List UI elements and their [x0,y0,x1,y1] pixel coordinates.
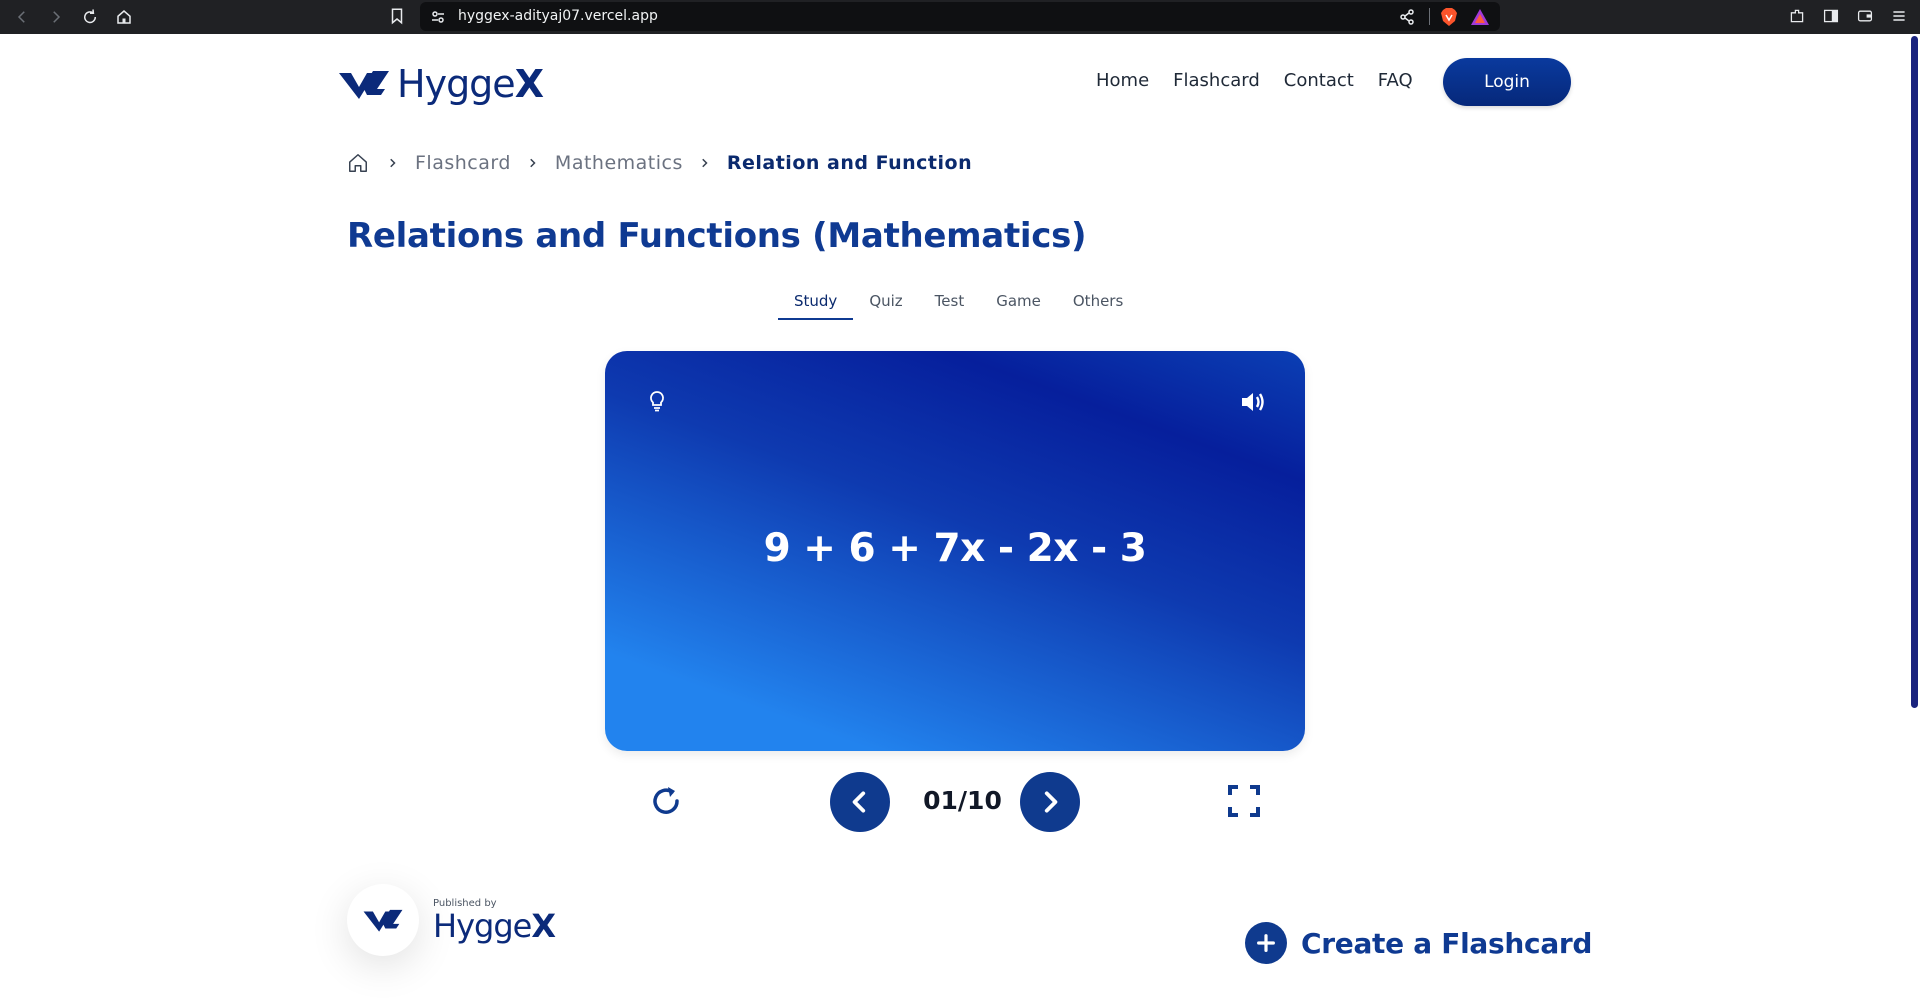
site-header: HyggeX Home Flashcard Contact FAQ Login [0,34,1900,134]
flashcard-question: 9 + 6 + 7x - 2x - 3 [763,526,1147,571]
extensions-icon[interactable] [1786,5,1808,27]
brave-shields-icon[interactable] [1440,7,1458,27]
chevron-left-icon [852,791,866,813]
breadcrumb-home-icon[interactable] [347,151,371,175]
breadcrumb-mathematics[interactable]: Mathematics [555,152,683,174]
plus-icon [1245,922,1287,964]
wallet-icon[interactable] [1854,5,1876,27]
chevron-right-icon [525,155,541,171]
nav-home[interactable]: Home [1096,70,1149,91]
create-flashcard-button[interactable]: Create a Flashcard [1245,922,1592,964]
refresh-icon[interactable] [648,783,684,819]
breadcrumb-flashcard[interactable]: Flashcard [415,152,511,174]
login-button[interactable]: Login [1443,58,1571,106]
publisher-brand: HyggeX [433,906,556,945]
card-counter: 01/10 [923,786,1002,815]
publisher-block: Published by HyggeX [347,884,556,956]
tab-game[interactable]: Game [980,284,1057,320]
chevron-right-icon [697,155,713,171]
tab-quiz[interactable]: Quiz [853,284,918,320]
page-title: Relations and Functions (Mathematics) [347,216,1087,256]
nav-faq[interactable]: FAQ [1378,70,1413,91]
nav-flashcard[interactable]: Flashcard [1173,70,1260,91]
address-bar[interactable]: hyggex-adityaj07.vercel.app [420,2,1500,31]
back-icon[interactable] [8,3,36,31]
scrollbar-thumb[interactable] [1911,36,1918,708]
lightbulb-icon[interactable] [645,389,669,413]
page-content: HyggeX Home Flashcard Contact FAQ Login … [0,34,1920,1005]
browser-toolbar: hyggex-adityaj07.vercel.app [0,0,1920,34]
flashcard-controls: 01/10 [605,770,1305,834]
url-text[interactable]: hyggex-adityaj07.vercel.app [458,8,658,24]
mode-tabs: Study Quiz Test Game Others [778,284,1139,320]
nav-contact[interactable]: Contact [1284,70,1354,91]
breadcrumb: Flashcard Mathematics Relation and Funct… [347,146,972,180]
chevron-right-icon [1044,791,1058,813]
bookmark-icon[interactable] [386,5,408,27]
fullscreen-icon[interactable] [1227,784,1261,818]
sidebar-icon[interactable] [1820,5,1842,27]
tab-study[interactable]: Study [778,284,854,320]
tab-others[interactable]: Others [1057,284,1139,320]
home-icon[interactable] [110,3,138,31]
menu-icon[interactable] [1888,5,1910,27]
hyggex-logo-mark [363,909,403,932]
tab-test[interactable]: Test [919,284,981,320]
flashcard[interactable]: 9 + 6 + 7x - 2x - 3 [605,351,1305,751]
chevron-right-icon [385,155,401,171]
page-scrollbar[interactable] [1908,34,1920,1005]
breadcrumb-current: Relation and Function [726,152,973,174]
previous-card-button[interactable] [830,772,890,832]
hyggex-logo-mark [339,71,389,99]
next-card-button[interactable] [1020,772,1080,832]
forward-icon[interactable] [42,3,70,31]
hyggex-logo[interactable]: HyggeX [337,62,544,106]
create-flashcard-label: Create a Flashcard [1301,926,1593,960]
reload-icon[interactable] [76,3,104,31]
logo-text: HyggeX [397,62,544,106]
address-divider [1429,8,1430,25]
publisher-logo-badge [347,884,419,956]
site-settings-icon[interactable] [430,9,446,25]
share-icon[interactable] [1398,8,1416,26]
main-nav: Home Flashcard Contact FAQ [1096,70,1413,91]
speaker-icon[interactable] [1239,388,1267,416]
brave-rewards-icon[interactable] [1470,8,1490,26]
